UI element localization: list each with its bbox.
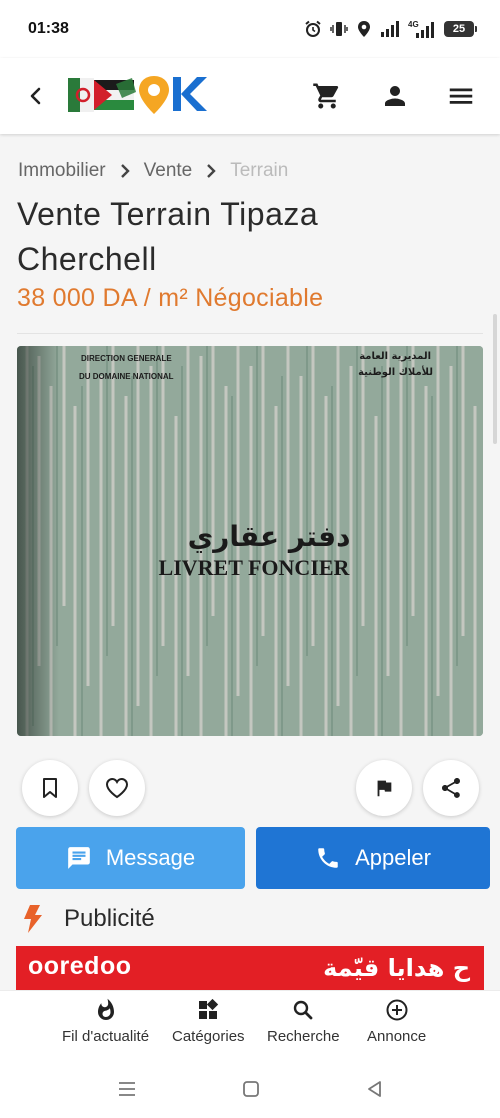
flash-icon [24,905,42,933]
photo-header-right-1: المديرية العامة [359,351,431,362]
phone-icon [318,848,338,868]
report-button[interactable] [356,760,412,816]
back-icon [30,87,41,105]
livret-foncier-image: DIRECTION GENERALE DU DOMAINE NATIONAL ا… [17,346,483,736]
search-icon [294,1000,313,1020]
message-button[interactable]: Message [16,827,245,889]
photo-header-left-2: DU DOMAINE NATIONAL [79,372,174,381]
nav-label-categories: Catégories [172,1028,245,1045]
battery-icon: 25 [444,21,477,37]
location-icon [358,21,370,37]
scrollbar[interactable] [493,314,497,444]
nav-item-search[interactable]: Recherche [267,997,340,1045]
ad-section-header: Publicité [22,904,155,934]
photo-title-french: LIVRET FONCIER [159,555,351,580]
alarm-icon [305,20,321,37]
flame-icon [97,998,114,1020]
photo-header-right-2: للأملاك الوطنية [358,365,433,378]
breadcrumb-item-terrain: Terrain [230,160,289,181]
message-button-label: Message [105,845,196,870]
breadcrumb-item-vente[interactable]: Vente [144,160,193,182]
back-button[interactable] [22,82,50,110]
status-time: 01:38 [28,20,69,37]
heart-icon [105,777,129,799]
vibrate-icon [330,22,348,36]
logo-pin [139,76,169,114]
chat-icon [68,847,90,869]
nav-label-post-ad: Annonce [367,1028,427,1045]
nav-label-search: Recherche [267,1028,340,1045]
ad-banner[interactable]: ooredoo ح هدايا قيّمة [16,946,484,990]
flags-graphic [68,78,136,112]
share-icon [442,778,460,798]
home-icon [243,1081,259,1097]
listing-content: Immobilier Vente Terrain Vente Terrain T… [0,134,500,990]
nav-label-feed: Fil d'actualité [62,1028,150,1045]
ad-brand: ooredoo [28,952,132,980]
signal-4g-icon: 4G [408,20,434,38]
call-button[interactable]: Appeler [256,827,490,889]
app-header [0,58,500,134]
listing-photo[interactable]: DIRECTION GENERALE DU DOMAINE NATIONAL ا… [17,346,483,736]
account-button[interactable] [379,80,411,112]
bookmark-icon [43,778,57,798]
system-back-button[interactable] [362,1076,388,1102]
cart-icon [313,83,339,109]
status-bar: 01:38 4G 25 [0,0,500,58]
photo-title-arabic: دفتر عقاري [188,520,351,553]
site-logo[interactable] [66,72,208,118]
flag-icon [377,780,392,797]
recent-apps-button[interactable] [114,1076,140,1102]
add-circle-icon [386,999,408,1021]
menu-button[interactable] [445,80,477,112]
breadcrumb-item-immobilier[interactable]: Immobilier [18,160,106,182]
triangle-back-icon [368,1081,381,1097]
call-button-label: Appeler [355,845,431,870]
cart-button[interactable] [311,80,343,112]
share-button[interactable] [423,760,479,816]
categories-icon [199,998,219,1019]
battery-level: 25 [452,23,466,35]
status-icons: 4G 25 [304,19,477,39]
bottom-navigation: Fil d'actualité Catégories Recherche Ann… [0,990,500,1060]
home-button[interactable] [238,1076,264,1102]
user-icon [385,86,405,106]
chevron-right-icon [206,164,216,178]
nav-item-post-ad[interactable]: Annonce [367,997,426,1045]
menu-icon [449,88,473,104]
page-title: Vente Terrain Tipaza Cherchell [17,196,319,277]
nav-item-feed[interactable]: Fil d'actualité [62,997,149,1045]
ad-section-label: Publicité [64,905,155,932]
ad-text: ح هدايا قيّمة [323,954,470,982]
signal-icon [381,21,399,37]
divider [17,333,483,334]
price: 38 000 DA / m² Négociable [17,284,324,312]
nav-item-categories[interactable]: Catégories [172,997,245,1045]
save-bookmark-button[interactable] [22,760,78,816]
breadcrumb: Immobilier Vente Terrain [18,160,288,182]
logo-k [173,77,207,111]
chevron-right-icon [120,164,130,178]
favorite-button[interactable] [89,760,145,816]
recent-apps-icon [119,1082,135,1096]
photo-header-left-1: DIRECTION GENERALE [81,354,172,363]
system-navigation-bar [0,1060,500,1118]
network-type-label: 4G [408,20,419,29]
